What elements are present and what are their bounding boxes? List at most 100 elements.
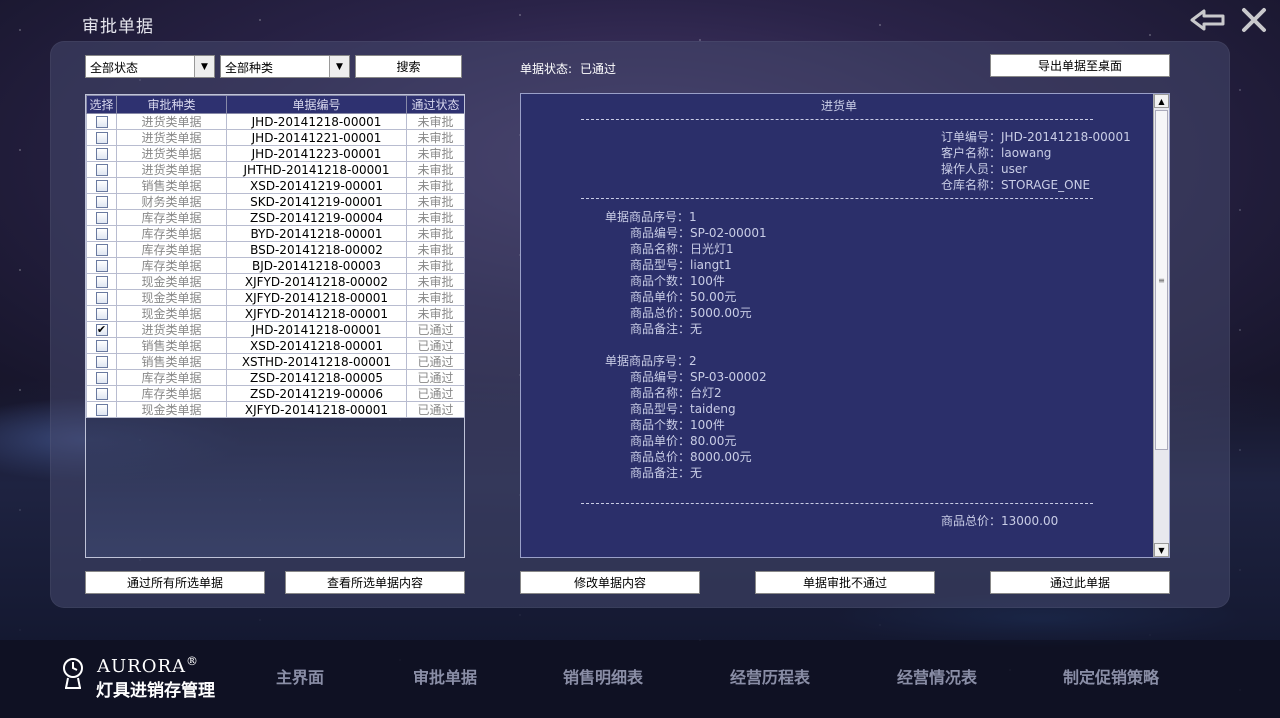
row-select-cell[interactable] bbox=[86, 193, 117, 210]
reject-bill-button[interactable]: 单据审批不通过 bbox=[755, 571, 935, 594]
row-id: BJD-20141218-00003 bbox=[226, 257, 407, 274]
table-row[interactable]: 进货类单据 JHD-20141223-00001 未审批 bbox=[86, 145, 464, 162]
row-select-cell[interactable] bbox=[86, 209, 117, 226]
row-select-cell[interactable] bbox=[86, 289, 117, 306]
row-checkbox[interactable] bbox=[95, 372, 108, 384]
row-checkbox[interactable] bbox=[95, 276, 108, 288]
row-checkbox[interactable] bbox=[95, 244, 108, 256]
row-select-cell[interactable] bbox=[86, 337, 117, 354]
back-arrow-icon[interactable] bbox=[1190, 8, 1226, 32]
row-checkbox[interactable] bbox=[95, 228, 108, 240]
table-row[interactable]: 进货类单据 JHD-20141221-00001 未审批 bbox=[86, 129, 464, 146]
row-select-cell[interactable] bbox=[86, 241, 117, 258]
table-row[interactable]: 现金类单据 XJFYD-20141218-00002 未审批 bbox=[86, 273, 464, 290]
order-no: 订单编号：JHD-20141218-00001 bbox=[941, 130, 1131, 144]
nav-sales-detail[interactable]: 销售明细表 bbox=[563, 664, 643, 688]
row-checkbox[interactable] bbox=[95, 260, 108, 272]
row-select-cell[interactable] bbox=[86, 401, 117, 418]
row-kind: 库存类单据 bbox=[116, 241, 227, 258]
row-checkbox[interactable] bbox=[95, 404, 108, 416]
row-checkbox[interactable] bbox=[95, 388, 108, 400]
row-select-cell[interactable] bbox=[86, 129, 117, 146]
bill-detail-view[interactable]: 进货单 订单编号：JHD-20141218-00001 客户名称：laowang… bbox=[520, 93, 1170, 558]
table-row[interactable]: 销售类单据 XSD-20141218-00001 已通过 bbox=[86, 337, 464, 354]
table-row[interactable]: 销售类单据 XSTHD-20141218-00001 已通过 bbox=[86, 353, 464, 370]
detail-scrollbar[interactable]: ▲ ≡ ▼ bbox=[1153, 94, 1169, 557]
row-status: 未审批 bbox=[406, 113, 464, 130]
nav-approve-bills[interactable]: 审批单据 bbox=[413, 664, 477, 688]
export-button[interactable]: 导出单据至桌面 bbox=[990, 54, 1170, 77]
scroll-thumb[interactable]: ≡ bbox=[1155, 110, 1168, 450]
row-checkbox[interactable]: ✔ bbox=[95, 324, 108, 336]
row-status: 未审批 bbox=[406, 177, 464, 194]
row-select-cell[interactable] bbox=[86, 161, 117, 178]
table-row[interactable]: 库存类单据 ZSD-20141219-00004 未审批 bbox=[86, 209, 464, 226]
search-button[interactable]: 搜索 bbox=[355, 55, 462, 78]
row-id: SKD-20141219-00001 bbox=[226, 193, 407, 210]
table-row[interactable]: 进货类单据 JHTHD-20141218-00001 未审批 bbox=[86, 161, 464, 178]
row-checkbox[interactable] bbox=[95, 148, 108, 160]
nav-business-status[interactable]: 经营情况表 bbox=[897, 664, 977, 688]
row-select-cell[interactable] bbox=[86, 273, 117, 290]
row-checkbox[interactable] bbox=[95, 164, 108, 176]
table-row[interactable]: ✔ 进货类单据 JHD-20141218-00001 已通过 bbox=[86, 321, 464, 338]
row-select-cell[interactable] bbox=[86, 177, 117, 194]
row-checkbox[interactable] bbox=[95, 132, 108, 144]
row-kind: 进货类单据 bbox=[116, 145, 227, 162]
row-checkbox[interactable] bbox=[95, 212, 108, 224]
item-total: 商品总价：8000.00元 bbox=[630, 450, 752, 464]
nav-home[interactable]: 主界面 bbox=[276, 664, 324, 688]
row-select-cell[interactable] bbox=[86, 225, 117, 242]
row-status: 未审批 bbox=[406, 273, 464, 290]
table-row[interactable]: 现金类单据 XJFYD-20141218-00001 未审批 bbox=[86, 305, 464, 322]
row-select-cell[interactable] bbox=[86, 353, 117, 370]
row-kind: 现金类单据 bbox=[116, 305, 227, 322]
close-icon[interactable] bbox=[1240, 6, 1268, 34]
kind-filter-select[interactable]: 全部种类 ▼ bbox=[220, 55, 350, 78]
status-filter-select[interactable]: 全部状态 ▼ bbox=[85, 55, 215, 78]
table-row[interactable]: 现金类单据 XJFYD-20141218-00001 未审批 bbox=[86, 289, 464, 306]
row-id: XJFYD-20141218-00001 bbox=[226, 289, 407, 306]
table-row[interactable]: 库存类单据 ZSD-20141219-00006 已通过 bbox=[86, 385, 464, 402]
row-kind: 库存类单据 bbox=[116, 209, 227, 226]
scroll-up-icon[interactable]: ▲ bbox=[1154, 94, 1169, 108]
row-checkbox[interactable] bbox=[95, 308, 108, 320]
row-kind: 现金类单据 bbox=[116, 289, 227, 306]
row-id: XSTHD-20141218-00001 bbox=[226, 353, 407, 370]
table-row[interactable]: 库存类单据 BSD-20141218-00002 未审批 bbox=[86, 241, 464, 258]
nav-business-history[interactable]: 经营历程表 bbox=[730, 664, 810, 688]
approve-bill-button[interactable]: 通过此单据 bbox=[990, 571, 1170, 594]
nav-promotion-strategy[interactable]: 制定促销策略 bbox=[1063, 664, 1159, 688]
row-select-cell[interactable] bbox=[86, 113, 117, 130]
table-row[interactable]: 库存类单据 ZSD-20141218-00005 已通过 bbox=[86, 369, 464, 386]
row-status: 未审批 bbox=[406, 161, 464, 178]
row-status: 未审批 bbox=[406, 241, 464, 258]
row-checkbox[interactable] bbox=[95, 180, 108, 192]
table-row[interactable]: 现金类单据 XJFYD-20141218-00001 已通过 bbox=[86, 401, 464, 418]
table-row[interactable]: 销售类单据 XSD-20141219-00001 未审批 bbox=[86, 177, 464, 194]
table-row[interactable]: 库存类单据 BJD-20141218-00003 未审批 bbox=[86, 257, 464, 274]
row-id: JHTHD-20141218-00001 bbox=[226, 161, 407, 178]
table-row[interactable]: 进货类单据 JHD-20141218-00001 未审批 bbox=[86, 113, 464, 130]
row-checkbox[interactable] bbox=[95, 292, 108, 304]
view-selected-button[interactable]: 查看所选单据内容 bbox=[285, 571, 465, 594]
divider bbox=[581, 198, 1093, 199]
row-select-cell[interactable] bbox=[86, 145, 117, 162]
item-model: 商品型号：taideng bbox=[630, 402, 736, 416]
row-id: ZSD-20141218-00005 bbox=[226, 369, 407, 386]
row-select-cell[interactable] bbox=[86, 385, 117, 402]
row-checkbox[interactable] bbox=[95, 116, 108, 128]
approve-selected-button[interactable]: 通过所有所选单据 bbox=[85, 571, 265, 594]
table-row[interactable]: 财务类单据 SKD-20141219-00001 未审批 bbox=[86, 193, 464, 210]
row-checkbox[interactable] bbox=[95, 356, 108, 368]
row-checkbox[interactable] bbox=[95, 340, 108, 352]
row-select-cell[interactable] bbox=[86, 369, 117, 386]
row-select-cell[interactable]: ✔ bbox=[86, 321, 117, 338]
modify-bill-button[interactable]: 修改单据内容 bbox=[520, 571, 700, 594]
row-select-cell[interactable] bbox=[86, 257, 117, 274]
table-row[interactable]: 库存类单据 BYD-20141218-00001 未审批 bbox=[86, 225, 464, 242]
scroll-down-icon[interactable]: ▼ bbox=[1154, 543, 1169, 557]
row-select-cell[interactable] bbox=[86, 305, 117, 322]
row-status: 未审批 bbox=[406, 225, 464, 242]
row-checkbox[interactable] bbox=[95, 196, 108, 208]
